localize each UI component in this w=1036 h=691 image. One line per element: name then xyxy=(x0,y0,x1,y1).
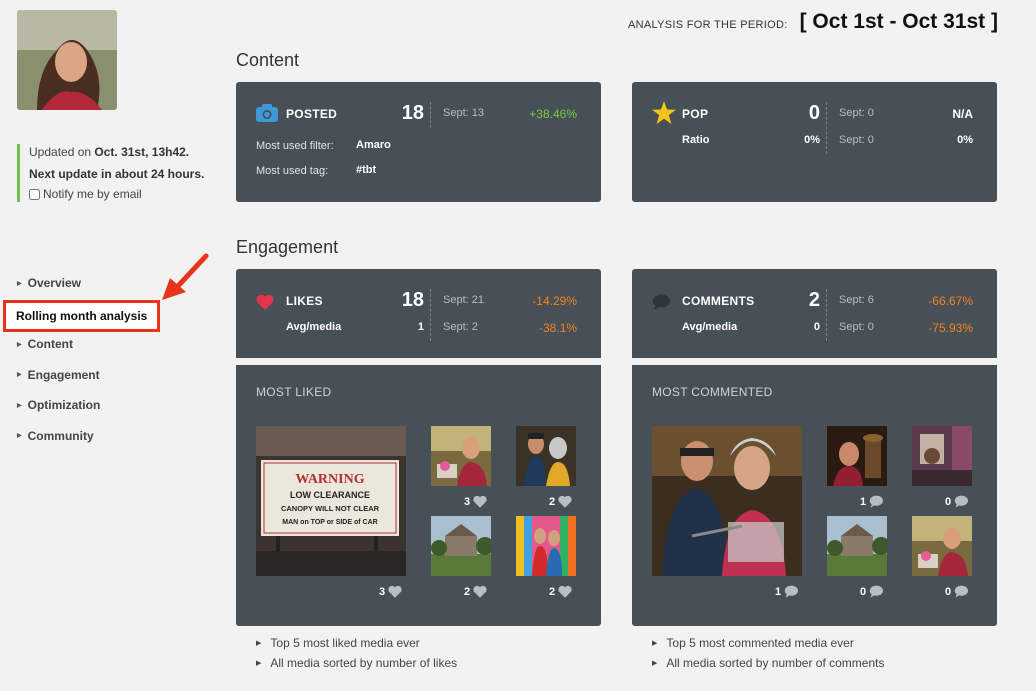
divider xyxy=(826,102,827,154)
link-top-5-most-commented[interactable]: ▶ Top 5 most commented media ever xyxy=(652,633,884,653)
posted-value: 18 xyxy=(401,102,424,124)
media-thumbnail[interactable] xyxy=(431,426,491,486)
likes-value: 18 xyxy=(401,289,424,311)
divider xyxy=(826,289,827,341)
comment-count: 0 xyxy=(945,495,969,508)
camera-icon xyxy=(256,104,278,122)
content-section-title: Content xyxy=(236,50,300,70)
most-liked-panel: MOST LIKED WARNING LOW CLEARANCE CANOPY … xyxy=(236,365,601,626)
annotation-arrow-icon xyxy=(162,253,209,300)
comments-change: -66.67% xyxy=(928,294,973,308)
most-commented-panel: MOST COMMENTED 1 1 0 0 0 xyxy=(632,365,997,626)
triangle-right-icon: ▶ xyxy=(17,280,22,287)
heart-icon xyxy=(558,585,572,598)
like-count: 3 xyxy=(379,585,402,598)
like-count: 2 xyxy=(549,495,572,508)
comments-card: COMMENTS 2 Sept: 6 -66.67% Avg/media 0 S… xyxy=(632,269,997,358)
comment-count: 1 xyxy=(860,495,884,508)
triangle-right-icon: ▶ xyxy=(17,402,22,409)
media-thumbnail[interactable] xyxy=(827,426,887,486)
triangle-right-icon: ▶ xyxy=(17,372,22,379)
heart-icon xyxy=(388,585,402,598)
divider xyxy=(430,289,431,341)
posted-card: POSTED 18 Sept: 13 +38.46% Most used fil… xyxy=(236,82,601,202)
engagement-section-title: Engagement xyxy=(236,237,339,257)
triangle-right-icon: ▶ xyxy=(17,433,22,440)
most-liked-links: ▶ Top 5 most liked media ever ▶ All media … xyxy=(256,633,457,673)
sidebar-item-content[interactable]: ▶ Content xyxy=(17,329,100,360)
triangle-right-icon: ▶ xyxy=(652,660,658,667)
next-update-text: Next update in about 24 hours. xyxy=(29,167,205,181)
pop-ratio-value: 0% xyxy=(804,134,820,146)
speech-bubble-icon xyxy=(784,585,799,598)
warning-sign-line-3: CANOPY WILL NOT CLEAR xyxy=(281,504,380,513)
warning-sign-line-4: MAN on TOP or SIDE of CAR xyxy=(282,519,377,526)
speech-bubble-icon xyxy=(954,495,969,508)
like-count: 3 xyxy=(464,495,487,508)
avatar[interactable] xyxy=(17,10,117,110)
analysis-period: ANALYSIS FOR THE PERIOD: [ Oct 1st - Oct… xyxy=(628,10,998,34)
speech-bubble-icon xyxy=(869,585,884,598)
sidebar-item-optimization[interactable]: ▶ Optimization xyxy=(17,390,100,421)
link-all-media-by-comments[interactable]: ▶ All media sorted by number of comments xyxy=(652,653,884,673)
update-status: Updated on Oct. 31st, 13h42. Next update… xyxy=(17,144,207,202)
notify-email-checkbox[interactable] xyxy=(29,188,40,200)
media-thumbnail[interactable] xyxy=(431,516,491,576)
comment-count: 0 xyxy=(945,585,969,598)
most-commented-links: ▶ Top 5 most commented media ever ▶ All me… xyxy=(652,633,884,673)
posted-change: +38.46% xyxy=(529,107,577,121)
likes-avg-change: -38.1% xyxy=(538,321,577,335)
comment-count: 1 xyxy=(775,585,799,598)
media-thumbnail[interactable] xyxy=(827,516,887,576)
like-count: 2 xyxy=(549,585,572,598)
like-count: 2 xyxy=(464,585,487,598)
media-thumbnail[interactable] xyxy=(516,426,576,486)
divider xyxy=(430,102,431,128)
heart-icon xyxy=(256,294,274,310)
triangle-right-icon: ▶ xyxy=(256,640,262,647)
most-used-tag: #tbt xyxy=(356,164,377,176)
sidebar-nav: ▶ Overview Rolling month analysis ▶ Conten… xyxy=(3,268,161,452)
heart-icon xyxy=(558,495,572,508)
heart-icon xyxy=(473,495,487,508)
notify-email-option[interactable]: Notify me by email xyxy=(29,186,207,202)
triangle-right-icon: ▶ xyxy=(17,341,22,348)
warning-sign-line-2: LOW CLEARANCE xyxy=(290,490,370,500)
media-thumbnail[interactable] xyxy=(912,426,972,486)
comments-avg-value: 0 xyxy=(813,321,820,333)
media-thumbnail[interactable] xyxy=(912,516,972,576)
pop-card: POP 0 Sept: 0 N/A Ratio 0% Sept: 0 0% xyxy=(632,82,997,202)
heart-icon xyxy=(473,585,487,598)
likes-avg-value: 1 xyxy=(417,321,424,333)
media-thumbnail[interactable] xyxy=(516,516,576,576)
sidebar-item-overview[interactable]: ▶ Overview xyxy=(17,268,100,299)
media-thumbnail[interactable] xyxy=(652,426,802,576)
speech-bubble-icon xyxy=(869,495,884,508)
speech-bubble-icon xyxy=(653,294,670,310)
likes-card: LIKES 18 Sept: 21 -14.29% Avg/media 1 Se… xyxy=(236,269,601,358)
sidebar-item-community[interactable]: ▶ Community xyxy=(17,421,100,452)
triangle-right-icon: ▶ xyxy=(256,660,262,667)
star-icon xyxy=(652,101,676,124)
comment-count: 0 xyxy=(860,585,884,598)
link-all-media-by-likes[interactable]: ▶ All media sorted by number of likes xyxy=(256,653,457,673)
period-range[interactable]: [ Oct 1st - Oct 31st ] xyxy=(800,10,998,34)
sidebar-item-engagement[interactable]: ▶ Engagement xyxy=(17,360,100,391)
triangle-right-icon: ▶ xyxy=(652,640,658,647)
likes-change: -14.29% xyxy=(532,294,577,308)
updated-text: Updated on Oct. 31st, 13h42. xyxy=(29,145,190,159)
warning-sign-line-1: WARNING xyxy=(295,472,364,487)
link-top-5-most-liked[interactable]: ▶ Top 5 most liked media ever xyxy=(256,633,457,653)
pop-change: N/A xyxy=(952,107,973,121)
pop-value: 0 xyxy=(808,102,820,124)
media-thumbnail[interactable]: WARNING LOW CLEARANCE CANOPY WILL NOT CL… xyxy=(256,426,406,576)
pop-ratio-change: 0% xyxy=(957,134,973,146)
comments-value: 2 xyxy=(808,289,820,311)
comments-avg-change: -75.93% xyxy=(928,321,973,335)
most-used-filter: Amaro xyxy=(356,139,391,151)
sidebar-item-rolling-month-analysis[interactable]: Rolling month analysis xyxy=(3,299,161,332)
speech-bubble-icon xyxy=(954,585,969,598)
